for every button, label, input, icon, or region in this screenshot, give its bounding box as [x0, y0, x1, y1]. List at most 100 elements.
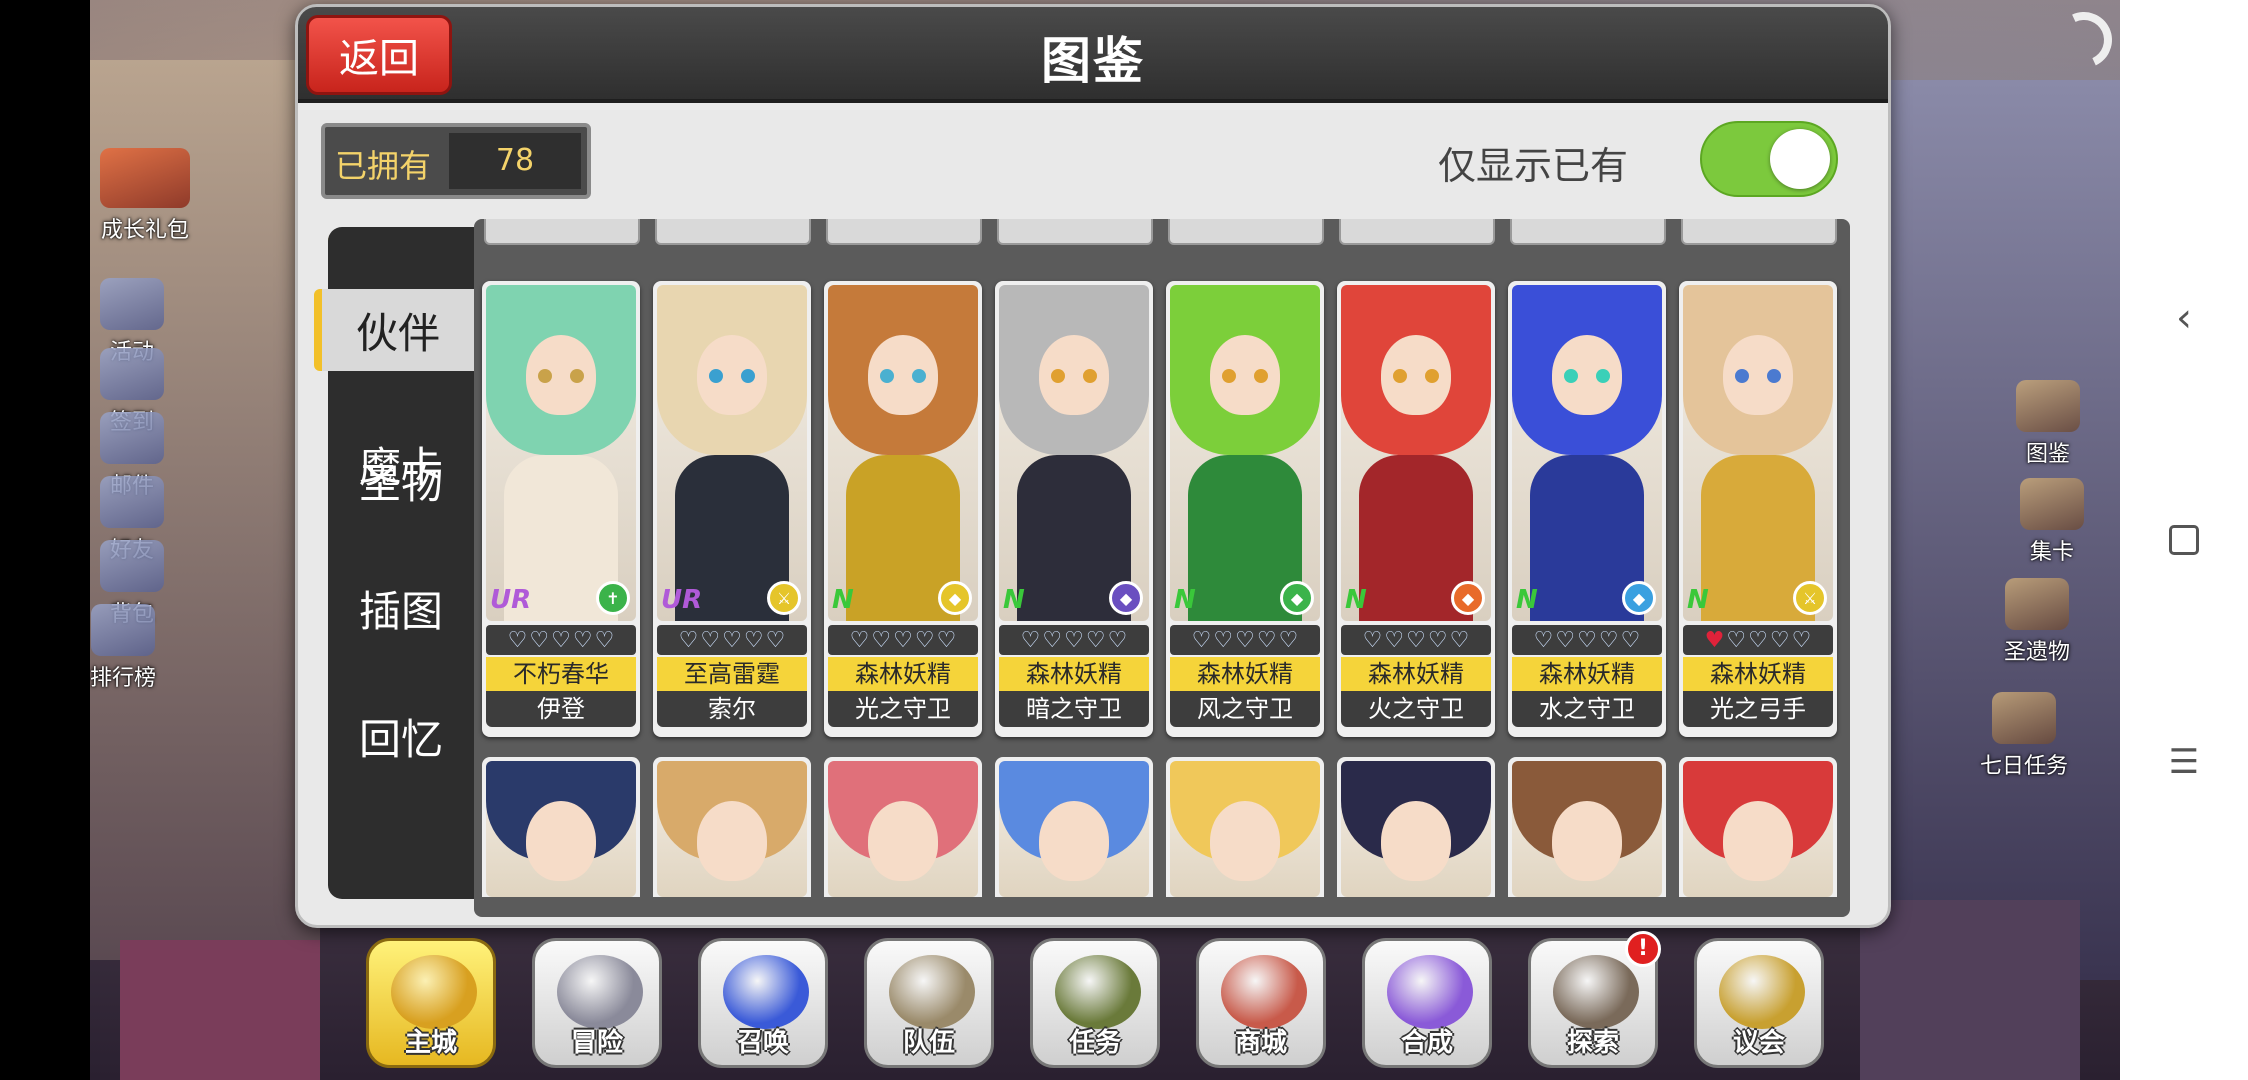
heart-icon: ♡ — [700, 627, 721, 653]
card-subtitle: 不朽春华 — [486, 657, 636, 691]
portrait-face — [1381, 801, 1451, 881]
heart-icon: ♡ — [1427, 627, 1448, 653]
partner-card-partial[interactable] — [995, 757, 1153, 897]
show-owned-toggle[interactable] — [1700, 121, 1838, 197]
side-menu-item[interactable]: 成长礼包 — [100, 148, 190, 244]
portrait-face — [1552, 335, 1622, 415]
bottom-nav-shovel-button[interactable]: 探索! — [1528, 931, 1661, 1068]
card-name: 伊登 — [486, 691, 636, 727]
partner-card[interactable]: N ◆ ♡ ♡ ♡ ♡ ♡ 森林妖精 水之守卫 — [1508, 281, 1666, 737]
card-portrait: N ⚔ — [1683, 285, 1833, 621]
partner-card[interactable]: N ◆ ♡ ♡ ♡ ♡ ♡ 森林妖精 暗之守卫 — [995, 281, 1153, 737]
crown-icon — [391, 955, 477, 1029]
bottom-nav-crown-button[interactable]: 主城 — [366, 938, 496, 1068]
portrait-face — [1552, 801, 1622, 881]
bottom-nav-label: 议会 — [1732, 1028, 1785, 1058]
bottom-nav-label: 冒险 — [570, 1028, 623, 1058]
notification-badge: ! — [1625, 931, 1661, 967]
side-menu-item[interactable]: 排行榜 — [90, 604, 156, 692]
card-portrait: N ◆ — [1170, 285, 1320, 621]
nav-home-icon[interactable] — [2156, 512, 2212, 568]
partner-card-partial[interactable] — [1166, 757, 1324, 897]
partner-card-partial[interactable] — [1508, 757, 1666, 897]
portrait-eye — [709, 369, 723, 383]
tab-partner[interactable]: 伙伴 — [314, 289, 474, 371]
affection-hearts: ♡ ♡ ♡ ♡ ♡ — [1170, 625, 1320, 655]
bottom-nav-winged-shield-button[interactable]: 队伍 — [864, 938, 994, 1068]
rarity-badge: N — [832, 585, 854, 615]
partially-visible-card-top — [997, 219, 1153, 245]
right-menu-icon — [2020, 478, 2084, 530]
card-portrait: UR ✝ — [486, 285, 636, 621]
portrait-eye — [741, 369, 755, 383]
nav-back-icon[interactable]: ‹ — [2156, 290, 2212, 346]
bottom-nav-council-emblem-button[interactable]: 议会 — [1694, 938, 1824, 1068]
affection-hearts: ♥ ♡ ♡ ♡ ♡ — [1683, 625, 1833, 655]
partner-card-partial[interactable] — [1337, 757, 1495, 897]
bottom-nav-swords-button[interactable]: 冒险 — [532, 938, 662, 1068]
right-menu-label: 七日任务 — [1980, 754, 2069, 779]
card-portrait: N ◆ — [828, 285, 978, 621]
sword-icon: ⚔ — [1793, 581, 1827, 615]
partially-visible-card-top — [1681, 219, 1837, 245]
portrait-eye — [880, 369, 894, 383]
potion-icon — [1387, 955, 1473, 1029]
side-menu-icon — [100, 476, 164, 528]
heart-icon: ♡ — [507, 627, 528, 653]
bottom-nav-summon-card-button[interactable]: 召唤 — [698, 938, 828, 1068]
portrait-face — [1210, 801, 1280, 881]
right-menu-item[interactable]: 七日任务 — [1980, 692, 2068, 780]
portrait-face — [526, 335, 596, 415]
partner-card-partial[interactable] — [482, 757, 640, 897]
heart-icon: ♡ — [1191, 627, 1212, 653]
card-name: 索尔 — [657, 691, 807, 727]
side-menu-icon — [100, 412, 164, 464]
tab-relic[interactable]: 圣物 — [328, 425, 474, 535]
card-name: 火之守卫 — [1341, 691, 1491, 727]
right-menu-item[interactable]: 集卡 — [2020, 478, 2084, 566]
right-menu-label: 圣遗物 — [2004, 640, 2071, 665]
heart-icon: ♡ — [1213, 627, 1234, 653]
partner-card[interactable]: N ◆ ♡ ♡ ♡ ♡ ♡ 森林妖精 光之守卫 — [824, 281, 982, 737]
shield-icon: ◆ — [938, 581, 972, 615]
heart-icon: ♡ — [1726, 627, 1747, 653]
heart-icon: ♡ — [914, 627, 935, 653]
partner-card[interactable]: N ⚔ ♥ ♡ ♡ ♡ ♡ 森林妖精 光之弓手 — [1679, 281, 1837, 737]
partner-card-partial[interactable] — [653, 757, 811, 897]
card-portrait — [1683, 761, 1833, 897]
portrait-eye — [1767, 369, 1781, 383]
shield-icon: ◆ — [1622, 581, 1656, 615]
partner-card[interactable]: UR ✝ ♡ ♡ ♡ ♡ ♡ 不朽春华 伊登 — [482, 281, 640, 737]
partner-card[interactable]: N ◆ ♡ ♡ ♡ ♡ ♡ 森林妖精 风之守卫 — [1166, 281, 1324, 737]
bottom-nav-shop-tree-button[interactable]: 商城 — [1196, 938, 1326, 1068]
portrait-face — [697, 335, 767, 415]
tab-illustration[interactable]: 插图 — [328, 553, 474, 663]
rarity-badge: UR — [490, 585, 532, 615]
card-portrait: N ◆ — [999, 285, 1149, 621]
partner-card-partial[interactable] — [1679, 757, 1837, 897]
partner-card[interactable]: UR ⚔ ♡ ♡ ♡ ♡ ♡ 至高雷霆 索尔 — [653, 281, 811, 737]
portrait-eye — [538, 369, 552, 383]
card-grid[interactable]: UR ✝ ♡ ♡ ♡ ♡ ♡ 不朽春华 伊登 UR ⚔ ♡ ♡ ♡ ♡ ♡ 至高雷霆 索尔 N ◆ ♡ ♡ ♡ ♡ ♡ 森林妖精光… — [474, 219, 1850, 917]
bottom-nav-label: 合成 — [1400, 1028, 1453, 1058]
card-subtitle: 森林妖精 — [1683, 657, 1833, 691]
card-name: 风之守卫 — [1170, 691, 1320, 727]
rarity-badge: N — [1345, 585, 1367, 615]
toggle-knob — [1770, 129, 1830, 189]
portrait-face — [1210, 335, 1280, 415]
bottom-nav-potion-button[interactable]: 合成 — [1362, 938, 1492, 1068]
tab-memory[interactable]: 回忆 — [328, 681, 474, 791]
right-menu-item[interactable]: 圣遗物 — [2004, 578, 2070, 666]
portrait-face — [1723, 801, 1793, 881]
heart-icon: ♡ — [1235, 627, 1255, 653]
partner-card-partial[interactable] — [824, 757, 982, 897]
heart-icon: ♡ — [678, 627, 699, 653]
partner-card[interactable]: N ◆ ♡ ♡ ♡ ♡ ♡ 森林妖精 火之守卫 — [1337, 281, 1495, 737]
affection-hearts: ♡ ♡ ♡ ♡ ♡ — [657, 625, 807, 655]
portrait-eye — [1051, 369, 1065, 383]
bottom-nav-quest-book-button[interactable]: 任务 — [1030, 938, 1160, 1068]
nav-menu-icon[interactable]: ☰ — [2156, 734, 2212, 790]
portrait-eye — [1393, 369, 1407, 383]
portrait-eye — [1425, 369, 1439, 383]
right-menu-item[interactable]: 图鉴 — [2016, 380, 2080, 468]
